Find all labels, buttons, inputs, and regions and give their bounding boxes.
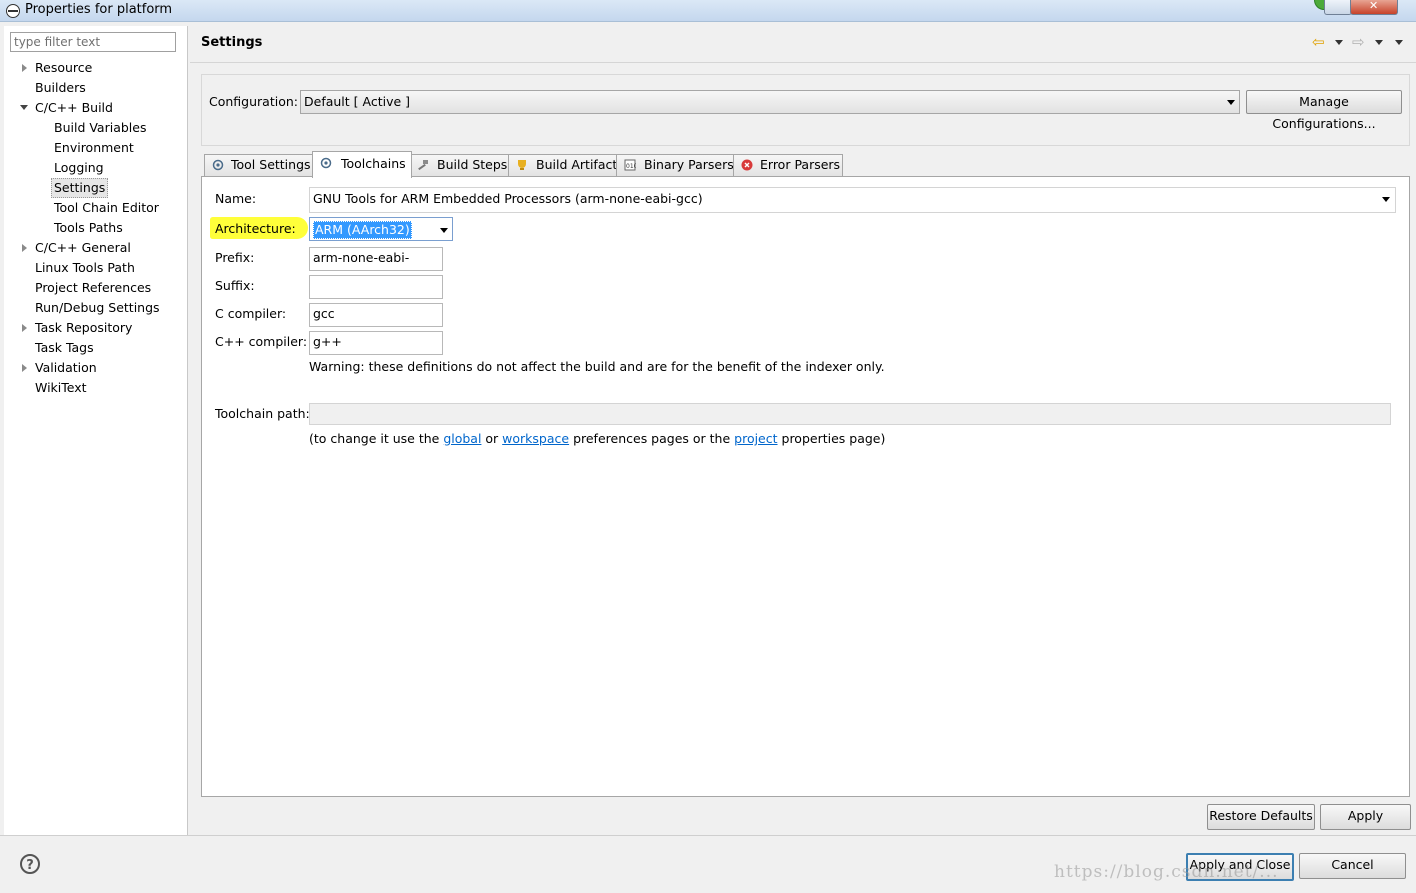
configuration-select[interactable]: Default [ Active ] bbox=[300, 90, 1240, 114]
forward-menu-icon[interactable] bbox=[1375, 40, 1383, 45]
tree-item-task-repository[interactable]: Task Repository bbox=[35, 318, 132, 337]
project-link[interactable]: project bbox=[734, 431, 777, 446]
suffix-input[interactable] bbox=[309, 275, 443, 299]
window-controls bbox=[1324, 0, 1416, 16]
footer-divider bbox=[0, 835, 1416, 836]
name-label: Name: bbox=[215, 191, 257, 206]
collapse-arrow-icon[interactable] bbox=[20, 105, 28, 110]
prefix-input[interactable]: arm-none-eabi- bbox=[309, 247, 443, 271]
tab-binary-parsers[interactable]: 010 Binary Parsers bbox=[616, 154, 735, 177]
tab-label: Tool Settings bbox=[231, 157, 311, 172]
toolchain-name-select[interactable]: GNU Tools for ARM Embedded Processors (a… bbox=[309, 187, 1396, 213]
title-bar bbox=[0, 0, 1416, 22]
view-menu-icon[interactable] bbox=[1395, 40, 1403, 45]
cancel-button[interactable]: Cancel bbox=[1299, 853, 1406, 879]
apply-button[interactable]: Apply bbox=[1320, 804, 1411, 830]
tree-item-logging[interactable]: Logging bbox=[54, 158, 104, 177]
tab-toolchains[interactable]: Toolchains bbox=[312, 151, 412, 178]
manage-configurations-button[interactable]: Manage Configurations... bbox=[1246, 90, 1402, 131]
cpp-compiler-label: C++ compiler: bbox=[215, 334, 308, 349]
apply-and-close-button[interactable]: Apply and Close bbox=[1186, 853, 1294, 881]
hammer-icon bbox=[418, 160, 428, 171]
tab-label: Build Artifact bbox=[536, 157, 618, 172]
configuration-value: Default [ Active ] bbox=[304, 94, 411, 109]
trophy-icon bbox=[518, 160, 526, 170]
toolchain-path-input bbox=[309, 403, 1391, 425]
tab-label: Toolchains bbox=[341, 156, 406, 171]
tab-label: Binary Parsers bbox=[644, 157, 734, 172]
configuration-label: Configuration: bbox=[209, 94, 298, 109]
hint-text: (to change it use the bbox=[309, 431, 444, 446]
tab-build-steps[interactable]: Build Steps bbox=[409, 154, 510, 177]
suffix-label: Suffix: bbox=[215, 278, 255, 293]
close-button[interactable] bbox=[1350, 0, 1398, 15]
tree-item-settings[interactable]: Settings bbox=[51, 178, 109, 198]
gear-icon bbox=[320, 157, 332, 169]
toolchain-path-hint: (to change it use the global or workspac… bbox=[309, 431, 885, 446]
tab-label: Error Parsers bbox=[760, 157, 841, 172]
tab-build-artifact[interactable]: Build Artifact bbox=[508, 154, 618, 177]
gear-icon bbox=[212, 159, 224, 171]
tab-label: Build Steps bbox=[437, 157, 508, 172]
workspace-link[interactable]: workspace bbox=[502, 431, 569, 446]
tree-item-builders[interactable]: Builders bbox=[35, 78, 86, 97]
tree-item-run-debug-settings[interactable]: Run/Debug Settings bbox=[35, 298, 160, 317]
restore-defaults-button[interactable]: Restore Defaults bbox=[1207, 804, 1315, 830]
eclipse-icon bbox=[6, 4, 20, 18]
page-title: Settings bbox=[201, 35, 263, 50]
global-link[interactable]: global bbox=[443, 431, 481, 446]
tree-item-validation[interactable]: Validation bbox=[35, 358, 97, 377]
property-tree: Resource Builders C/C++ Build Build Vari… bbox=[4, 26, 188, 835]
header-divider bbox=[190, 62, 1416, 63]
hint-text: properties page) bbox=[777, 431, 886, 446]
hint-text: preferences pages or the bbox=[569, 431, 735, 446]
tree-item-cpp-build[interactable]: C/C++ Build bbox=[35, 98, 113, 117]
help-icon[interactable]: ? bbox=[20, 854, 40, 874]
forward-arrow-icon[interactable]: ⇨ bbox=[1352, 34, 1365, 50]
expand-arrow-icon[interactable] bbox=[22, 364, 27, 372]
tab-tool-settings[interactable]: Tool Settings bbox=[204, 154, 313, 177]
tab-error-parsers[interactable]: Error Parsers bbox=[733, 154, 843, 177]
back-arrow-icon[interactable]: ⇦ bbox=[1312, 34, 1325, 50]
expand-arrow-icon[interactable] bbox=[22, 324, 27, 332]
tree-item-resource[interactable]: Resource bbox=[35, 58, 92, 77]
tree-item-tool-chain-editor[interactable]: Tool Chain Editor bbox=[54, 198, 159, 217]
c-compiler-label: C compiler: bbox=[215, 306, 287, 321]
architecture-select[interactable]: ARM (AArch32) bbox=[309, 217, 453, 241]
c-compiler-input[interactable]: gcc bbox=[309, 303, 443, 327]
filter-input[interactable] bbox=[10, 32, 176, 52]
cpp-compiler-input[interactable]: g++ bbox=[309, 331, 443, 355]
architecture-label: Architecture: bbox=[215, 221, 296, 236]
svg-text:010: 010 bbox=[626, 163, 636, 170]
expand-arrow-icon[interactable] bbox=[22, 64, 27, 72]
indexer-warning: Warning: these definitions do not affect… bbox=[309, 359, 885, 374]
error-icon bbox=[741, 159, 753, 171]
hint-text: or bbox=[481, 431, 503, 446]
tree-item-wikitext[interactable]: WikiText bbox=[35, 378, 87, 397]
history-nav: ⇦ ⇨ bbox=[1312, 34, 1408, 50]
binary-icon: 010 bbox=[624, 159, 636, 171]
toolchain-name-value: GNU Tools for ARM Embedded Processors (a… bbox=[313, 191, 703, 206]
prefix-label: Prefix: bbox=[215, 250, 255, 265]
dropdown-arrow-icon bbox=[440, 228, 448, 233]
dropdown-arrow-icon bbox=[1382, 197, 1390, 202]
tree-item-cpp-general[interactable]: C/C++ General bbox=[35, 238, 131, 257]
tree-item-linux-tools-path[interactable]: Linux Tools Path bbox=[35, 258, 135, 277]
back-menu-icon[interactable] bbox=[1335, 40, 1343, 45]
tree-item-environment[interactable]: Environment bbox=[54, 138, 134, 157]
expand-arrow-icon[interactable] bbox=[22, 244, 27, 252]
architecture-value: ARM (AArch32) bbox=[313, 221, 412, 239]
tree-item-tools-paths[interactable]: Tools Paths bbox=[54, 218, 123, 237]
maximize-button[interactable] bbox=[1324, 0, 1352, 15]
window-title: Properties for platform bbox=[25, 2, 173, 17]
tree-item-task-tags[interactable]: Task Tags bbox=[35, 338, 94, 357]
toolchain-path-label: Toolchain path: bbox=[215, 406, 310, 421]
tree-item-build-variables[interactable]: Build Variables bbox=[54, 118, 146, 137]
tree-item-project-references[interactable]: Project References bbox=[35, 278, 151, 297]
dropdown-arrow-icon bbox=[1227, 100, 1235, 105]
